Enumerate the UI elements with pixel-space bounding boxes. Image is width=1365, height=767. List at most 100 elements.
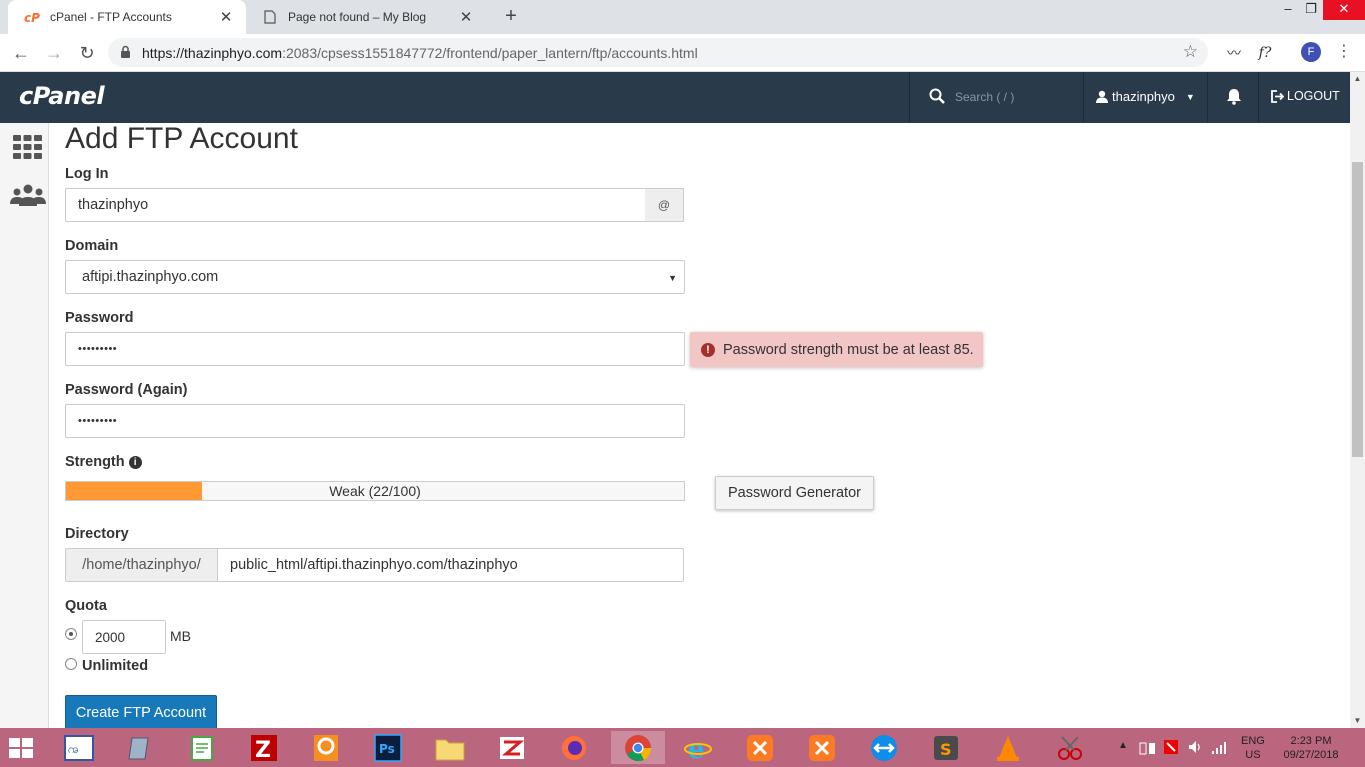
header-divider xyxy=(1258,72,1259,123)
login-input[interactable]: thazinphyo xyxy=(65,188,646,222)
browser-toolbar: ← → ↻ https://thazinphyo.com:2083/cpsess… xyxy=(0,34,1365,72)
apps-grid-icon[interactable] xyxy=(13,135,42,162)
photoshop-icon[interactable]: Ps xyxy=(369,731,407,764)
filezilla-icon[interactable]: Z xyxy=(245,731,283,764)
lock-icon xyxy=(120,45,131,62)
cpanel-header: cPanel thazinphyo ▼ LOGOUT xyxy=(0,72,1365,123)
cpanel-favicon-icon: cP xyxy=(24,9,40,25)
bookmark-star-icon[interactable]: ☆ xyxy=(1183,42,1198,62)
scroll-down-icon[interactable]: ▼ xyxy=(1350,714,1365,728)
svg-text:cP: cP xyxy=(24,11,40,24)
notepadpp-icon[interactable] xyxy=(183,731,221,764)
sublime-text-icon[interactable]: S xyxy=(927,731,965,764)
quota-unlimited-radio[interactable] xyxy=(65,658,77,670)
select-caret-icon: ▼ xyxy=(668,273,677,283)
quota-input[interactable]: 2000 xyxy=(82,620,166,654)
tray-expand-icon[interactable]: ▲ xyxy=(1118,740,1128,751)
main-content: Add FTP Account Log In thazinphyo @ Doma… xyxy=(49,123,1350,728)
chevron-down-icon: ▼ xyxy=(1185,91,1195,102)
clock-date: 09/27/2018 xyxy=(1283,749,1339,761)
user-menu[interactable]: thazinphyo ▼ xyxy=(1096,89,1195,104)
language-code: ENG xyxy=(1241,735,1265,747)
new-tab-button[interactable]: + xyxy=(500,5,522,27)
reload-icon[interactable]: ↻ xyxy=(76,42,98,64)
internet-explorer-icon[interactable]: e xyxy=(679,731,717,764)
domain-label: Domain xyxy=(65,238,119,254)
svg-text:S: S xyxy=(940,740,952,759)
scroll-up-icon[interactable]: ▲ xyxy=(1350,72,1365,86)
tab-close-icon[interactable]: ✕ xyxy=(458,8,474,26)
tab-close-icon[interactable]: ✕ xyxy=(218,8,234,26)
back-arrow-icon[interactable]: ← xyxy=(10,42,32,64)
teamviewer-icon[interactable] xyxy=(865,731,903,764)
network-signal-icon[interactable] xyxy=(1211,739,1229,755)
password-input[interactable]: ••••••••• xyxy=(65,332,685,366)
browser-tab-bar: cP cPanel - FTP Accounts ✕ Page not foun… xyxy=(0,0,1365,34)
quota-limited-radio[interactable] xyxy=(65,628,77,640)
logout-label: LOGOUT xyxy=(1287,89,1340,103)
browser-menu-icon[interactable]: ⋮ xyxy=(1336,42,1352,62)
directory-prefix: /home/thazinphyo/ xyxy=(65,548,218,582)
scroll-thumb[interactable] xyxy=(1352,162,1363,457)
extension-icon[interactable]: 〰 xyxy=(1224,42,1244,64)
security-alert-icon[interactable] xyxy=(1163,739,1179,755)
firefox-icon[interactable] xyxy=(555,731,593,764)
notebook-app-icon[interactable] xyxy=(121,731,159,764)
login-label: Log In xyxy=(65,166,109,182)
xampp-icon[interactable] xyxy=(741,731,779,764)
tab-page-not-found[interactable]: Page not found – My Blog ✕ xyxy=(246,0,486,34)
page-title: Add FTP Account xyxy=(65,123,298,155)
xampp-control-icon[interactable] xyxy=(803,731,841,764)
password-again-input[interactable]: ••••••••• xyxy=(65,404,685,438)
close-window-icon[interactable]: ✕ xyxy=(1323,0,1365,20)
info-icon[interactable]: i xyxy=(128,456,142,469)
directory-label: Directory xyxy=(65,526,129,542)
header-divider xyxy=(909,72,910,123)
svg-text:e: e xyxy=(688,735,705,762)
strength-label: Strength xyxy=(65,454,125,470)
foxit-pdf-icon[interactable] xyxy=(307,731,345,764)
chrome-icon[interactable] xyxy=(611,731,665,764)
strength-label-row: Strength i xyxy=(65,454,142,470)
taskbar-clock[interactable]: 2:23 PM 09/27/2018 xyxy=(1280,734,1342,762)
strength-meter-text: Weak (22/100) xyxy=(329,483,421,499)
search-input[interactable] xyxy=(947,84,1077,110)
page-scrollbar[interactable]: ▲ ▼ xyxy=(1350,72,1365,728)
header-divider xyxy=(1207,72,1208,123)
file-explorer-icon[interactable] xyxy=(431,731,469,764)
password-error-tooltip: ! Password strength must be at least 85. xyxy=(690,332,983,367)
domain-select[interactable]: aftipi.thazinphyo.com ▼ xyxy=(65,260,685,294)
sidebar xyxy=(0,123,49,728)
cpanel-logo[interactable]: cPanel xyxy=(19,82,105,110)
logout-button[interactable]: LOGOUT xyxy=(1271,89,1340,103)
battery-icon[interactable] xyxy=(1139,740,1157,756)
domain-selected-value: aftipi.thazinphyo.com xyxy=(82,269,219,285)
users-group-icon[interactable] xyxy=(10,184,46,209)
tab-cpanel-ftp-accounts[interactable]: cP cPanel - FTP Accounts ✕ xyxy=(8,0,246,34)
volume-icon[interactable] xyxy=(1187,739,1203,755)
forward-arrow-icon[interactable]: → xyxy=(43,42,65,64)
profile-avatar[interactable]: F xyxy=(1301,42,1321,62)
extension-f-icon[interactable]: f? xyxy=(1254,42,1276,64)
snipping-tool-icon[interactable] xyxy=(1051,731,1089,764)
myanmar-keyboard-icon[interactable]: ꩠ xyxy=(60,731,98,764)
search-icon xyxy=(929,88,945,107)
clock-time: 2:23 PM xyxy=(1290,735,1332,747)
bell-icon[interactable] xyxy=(1226,88,1242,108)
unlimited-label: Unlimited xyxy=(82,658,149,674)
logout-icon xyxy=(1271,89,1284,103)
winzip-icon[interactable] xyxy=(493,731,531,764)
exclamation-circle-icon: ! xyxy=(701,342,715,357)
url-text: https://thazinphyo.com:2083/cpsess155184… xyxy=(142,45,698,61)
create-ftp-account-button[interactable]: Create FTP Account xyxy=(65,695,217,728)
restore-icon[interactable]: ❐ xyxy=(1296,0,1326,20)
language-indicator[interactable]: ENG US xyxy=(1241,734,1265,762)
start-button-icon[interactable] xyxy=(2,731,40,764)
tab-title: Page not found – My Blog xyxy=(288,10,427,24)
password-generator-button[interactable]: Password Generator xyxy=(715,476,874,510)
address-bar[interactable]: https://thazinphyo.com:2083/cpsess155184… xyxy=(108,38,1208,67)
strength-meter: Weak (22/100) xyxy=(65,481,685,501)
directory-input[interactable]: public_html/aftipi.thazinphyo.com/thazin… xyxy=(217,548,684,582)
vlc-icon[interactable] xyxy=(989,731,1027,764)
region-code: US xyxy=(1245,749,1261,761)
